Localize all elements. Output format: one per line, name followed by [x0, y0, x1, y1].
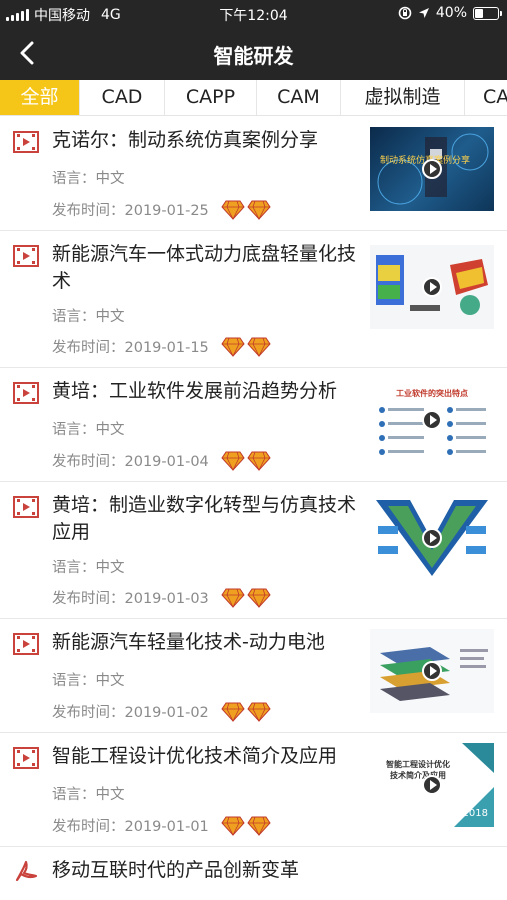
diamond-icon — [247, 588, 271, 608]
item-date: 发布时间：2019-01-04 — [52, 450, 271, 471]
list-item[interactable]: 移动互联时代的产品创新变革 — [0, 847, 507, 900]
item-title: 克诺尔：制动系统仿真案例分享 — [52, 129, 319, 151]
nav-bar: 智能研发 — [0, 28, 507, 80]
thumbnail-year: 2018 — [462, 808, 488, 819]
rotation-lock-icon — [398, 6, 412, 20]
gems — [221, 702, 271, 722]
list-item[interactable]: 黄培：工业软件发展前沿趋势分析 语言：中文 发布时间：2019-01-04 工业… — [0, 368, 507, 482]
video-icon — [13, 747, 39, 769]
diamond-icon — [221, 702, 245, 722]
play-icon — [422, 410, 442, 430]
diamond-icon — [247, 816, 271, 836]
play-icon — [422, 159, 442, 179]
page-title: 智能研发 — [213, 44, 294, 68]
video-thumbnail[interactable]: 工业软件的突出特点 — [370, 378, 494, 462]
category-tabs: 全部 CAD CAPP CAM 虚拟制造 CA — [0, 80, 507, 116]
play-icon — [422, 775, 442, 795]
status-bar: 中国移动 4G 下午12:04 40% — [0, 0, 507, 28]
list-item[interactable]: 智能工程设计优化技术简介及应用 语言：中文 发布时间：2019-01-01 智能… — [0, 733, 507, 847]
item-title: 智能工程设计优化技术简介及应用 — [52, 745, 338, 767]
tab-cam[interactable]: CAM — [257, 80, 341, 115]
diamond-icon — [221, 337, 245, 357]
item-language: 语言：中文 — [52, 787, 125, 803]
item-language: 语言：中文 — [52, 309, 125, 325]
video-thumbnail[interactable] — [370, 245, 494, 329]
video-icon — [13, 245, 39, 267]
list-item[interactable]: 黄培：制造业数字化转型与仿真技术应用 语言：中文 发布时间：2019-01-03 — [0, 482, 507, 619]
diamond-icon — [247, 200, 271, 220]
video-thumbnail[interactable]: 制动系统仿真案例分享 — [370, 127, 494, 211]
back-button[interactable] — [10, 36, 44, 70]
battery-icon — [473, 6, 502, 20]
item-date-text: 发布时间：2019-01-01 — [52, 819, 209, 835]
video-icon — [13, 131, 39, 153]
item-date-text: 发布时间：2019-01-15 — [52, 340, 209, 356]
diamond-icon — [221, 588, 245, 608]
diamond-icon — [221, 816, 245, 836]
video-thumbnail[interactable] — [370, 629, 494, 713]
gems — [221, 816, 271, 836]
item-date: 发布时间：2019-01-15 — [52, 336, 271, 357]
diamond-icon — [247, 702, 271, 722]
tab-cae[interactable]: CA — [465, 80, 507, 115]
item-date-text: 发布时间：2019-01-25 — [52, 203, 209, 219]
item-title: 黄培：工业软件发展前沿趋势分析 — [52, 380, 338, 402]
tab-capp[interactable]: CAPP — [165, 80, 257, 115]
list-item[interactable]: 新能源汽车一体式动力底盘轻量化技术 语言：中文 发布时间：2019-01-15 — [0, 231, 507, 368]
gems — [221, 200, 271, 220]
chevron-left-icon — [20, 41, 34, 65]
location-icon — [418, 8, 429, 18]
item-date-text: 发布时间：2019-01-02 — [52, 705, 209, 721]
item-date-text: 发布时间：2019-01-03 — [52, 591, 209, 607]
tab-all[interactable]: 全部 — [0, 80, 80, 115]
video-thumbnail[interactable] — [370, 496, 494, 580]
item-date: 发布时间：2019-01-01 — [52, 815, 271, 836]
item-date-text: 发布时间：2019-01-04 — [52, 454, 209, 470]
item-date: 发布时间：2019-01-25 — [52, 199, 271, 220]
play-icon — [422, 528, 442, 548]
item-title: 新能源汽车一体式动力底盘轻量化技术 — [52, 243, 357, 292]
video-icon — [13, 382, 39, 404]
video-icon — [13, 633, 39, 655]
item-title: 黄培：制造业数字化转型与仿真技术应用 — [52, 494, 357, 543]
pdf-icon — [15, 860, 38, 882]
tab-virtual-manufacturing[interactable]: 虚拟制造 — [341, 80, 465, 115]
diamond-icon — [247, 451, 271, 471]
item-date: 发布时间：2019-01-02 — [52, 701, 271, 722]
battery-percent: 40% — [435, 5, 467, 21]
list-item[interactable]: 克诺尔：制动系统仿真案例分享 语言：中文 发布时间：2019-01-25 制动系… — [0, 117, 507, 231]
item-language: 语言：中文 — [52, 673, 125, 689]
tab-cad[interactable]: CAD — [80, 80, 165, 115]
video-thumbnail[interactable]: 智能工程设计优化技术简介及应用 2018 — [370, 743, 494, 827]
item-language: 语言：中文 — [52, 422, 125, 438]
item-title: 移动互联时代的产品创新变革 — [52, 859, 300, 881]
item-date: 发布时间：2019-01-03 — [52, 587, 271, 608]
play-icon — [422, 661, 442, 681]
thumbnail-text: 工业软件的突出特点 — [396, 389, 468, 398]
thumbnail-text: 智能工程设计优化技术简介及应用 — [386, 760, 450, 780]
gems — [221, 451, 271, 471]
video-list: 克诺尔：制动系统仿真案例分享 语言：中文 发布时间：2019-01-25 制动系… — [0, 117, 507, 900]
item-language: 语言：中文 — [52, 171, 125, 187]
diamond-icon — [221, 200, 245, 220]
item-title: 新能源汽车轻量化技术-动力电池 — [52, 631, 325, 653]
gems — [221, 588, 271, 608]
gems — [221, 337, 271, 357]
diamond-icon — [247, 337, 271, 357]
video-icon — [13, 496, 39, 518]
diamond-icon — [221, 451, 245, 471]
list-item[interactable]: 新能源汽车轻量化技术-动力电池 语言：中文 发布时间：2019-01-02 — [0, 619, 507, 733]
item-language: 语言：中文 — [52, 560, 125, 576]
play-icon — [422, 277, 442, 297]
